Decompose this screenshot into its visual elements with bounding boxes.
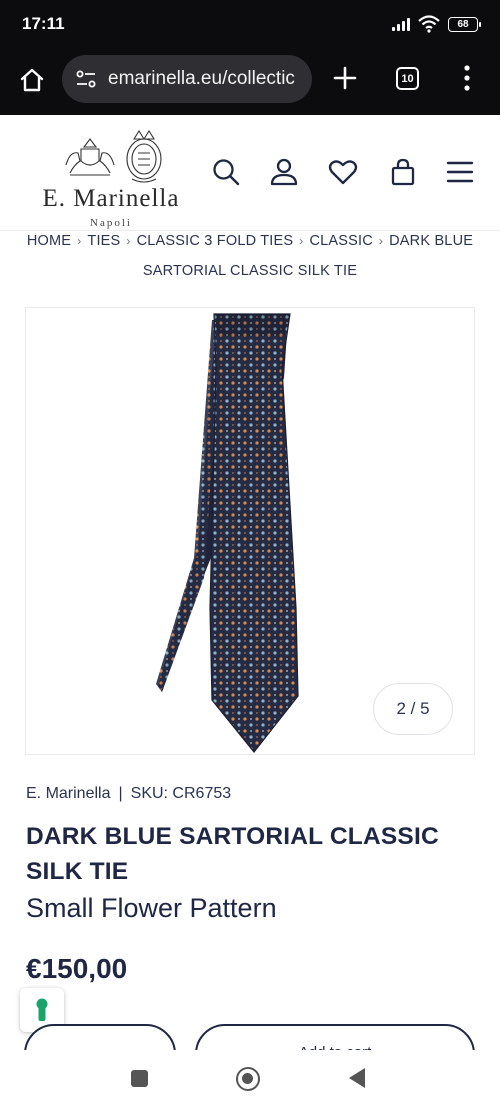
signal-icon (392, 17, 410, 31)
tab-count: 10 (401, 72, 414, 85)
new-tab-icon[interactable] (332, 65, 358, 91)
chevron-right-icon: › (126, 234, 131, 248)
chevron-right-icon: › (378, 234, 384, 248)
recents-icon[interactable] (131, 1070, 148, 1087)
url-text: emarinella.eu/collectic (108, 68, 295, 89)
search-icon[interactable] (211, 157, 241, 187)
breadcrumb-home[interactable]: HOME (27, 233, 71, 249)
site-header: E. Marinella Napoli (0, 115, 500, 231)
meta-divider: | (118, 785, 123, 802)
status-icons: 68 (392, 15, 481, 33)
more-options-icon[interactable] (463, 64, 471, 92)
wifi-icon (418, 15, 440, 33)
status-bar: 17:11 68 (0, 0, 500, 48)
product-gallery[interactable]: 2 / 5 (25, 307, 475, 755)
status-time: 17:11 (22, 14, 65, 33)
tab-switcher-button[interactable]: 10 (396, 67, 419, 90)
product-sku: SKU: CR6753 (130, 785, 232, 802)
product-title: DARK BLUE SARTORIAL CLASSIC SILK TIE (26, 823, 439, 885)
breadcrumb: HOME › TIES › CLASSIC 3 FOLD TIES › CLASSIC › DA… (20, 226, 480, 286)
battery-icon: 68 (448, 16, 481, 32)
address-bar[interactable]: emarinella.eu/collectic (62, 55, 312, 103)
gallery-counter-text: 2 / 5 (396, 699, 430, 718)
chevron-right-icon: › (299, 234, 304, 248)
gallery-counter: 2 / 5 (373, 683, 453, 735)
bag-icon[interactable] (388, 157, 418, 187)
site-settings-icon[interactable] (74, 67, 98, 91)
system-nav-bar (0, 1050, 500, 1111)
product-meta: E. Marinella | SKU: CR6753 (26, 785, 231, 803)
brand-logo[interactable]: E. Marinella Napoli (26, 125, 196, 235)
battery-level: 68 (457, 18, 469, 30)
menu-icon[interactable] (445, 157, 475, 187)
account-icon[interactable] (269, 157, 299, 187)
wishlist-icon[interactable] (328, 157, 358, 187)
back-icon[interactable] (349, 1068, 365, 1088)
chevron-right-icon: › (77, 234, 82, 248)
breadcrumb-classic-3-fold[interactable]: CLASSIC 3 FOLD TIES (137, 233, 294, 249)
crest-icon (65, 129, 162, 183)
keyhole-icon (36, 998, 48, 1021)
breadcrumb-ties[interactable]: TIES (87, 233, 120, 249)
breadcrumb-classic[interactable]: CLASSIC (309, 233, 372, 249)
browser-toolbar: emarinella.eu/collectic 10 (0, 48, 500, 115)
product-subtitle: Small Flower Pattern (26, 893, 277, 923)
product-price: €150,00 (26, 953, 128, 984)
home-icon[interactable] (18, 66, 46, 94)
logo-name: E. Marinella (42, 185, 180, 212)
home-circle-icon[interactable] (236, 1067, 260, 1091)
product-brand: E. Marinella (26, 785, 111, 802)
